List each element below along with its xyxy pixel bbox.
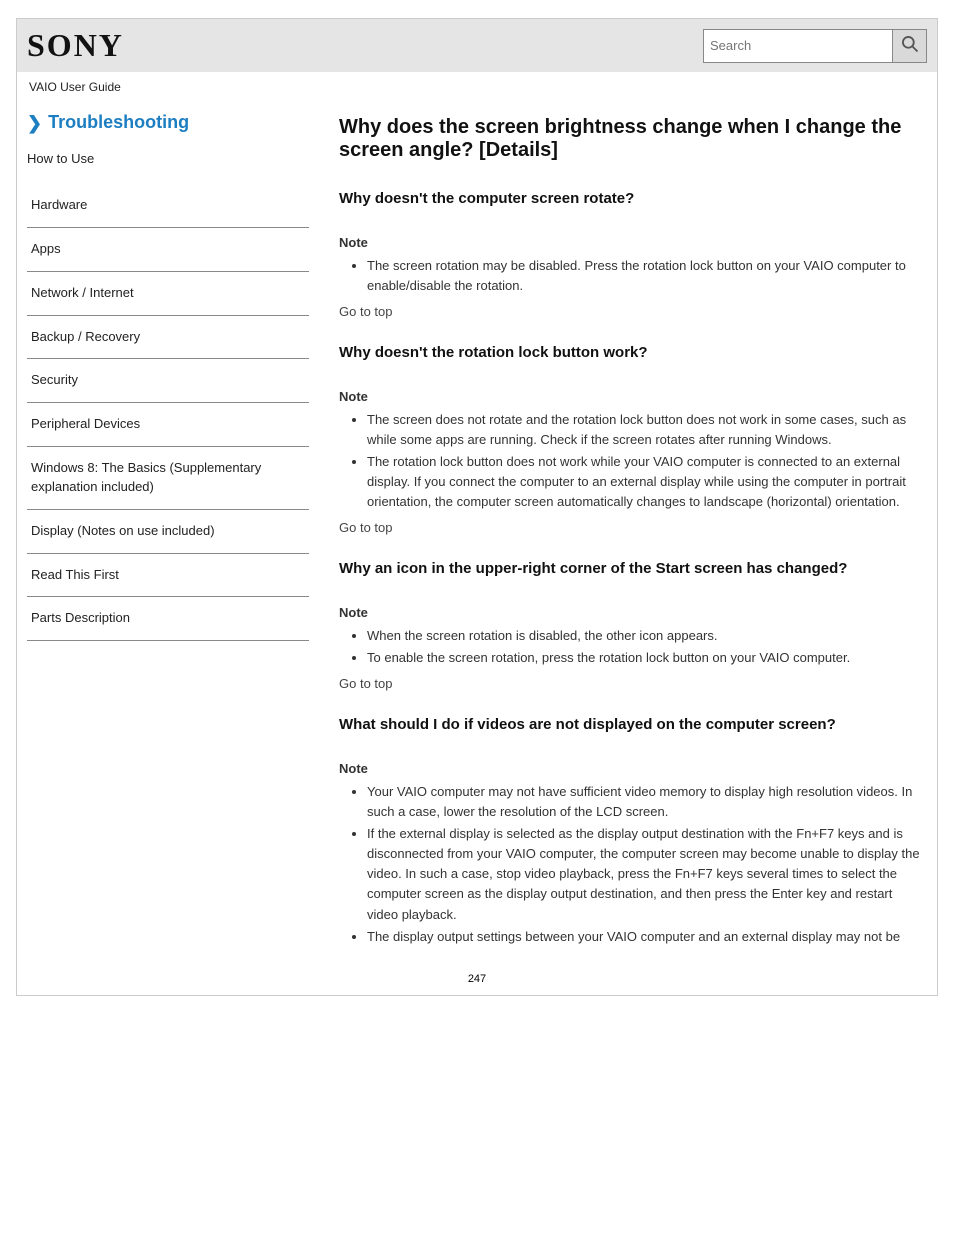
note-label: Note xyxy=(339,235,927,250)
note-item: When the screen rotation is disabled, th… xyxy=(367,626,927,646)
go-to-top-link[interactable]: Go to top xyxy=(339,302,927,322)
search-input[interactable] xyxy=(703,29,893,63)
header-bar: SONY xyxy=(17,19,937,72)
main-content: Why does the screen brightness change wh… xyxy=(309,112,927,949)
note-item: The screen rotation may be disabled. Pre… xyxy=(367,256,927,296)
note-list: Your VAIO computer may not have sufficie… xyxy=(339,782,927,947)
page-number: 247 xyxy=(17,973,937,985)
note-label: Note xyxy=(339,761,927,776)
how-to-use-link[interactable]: How to Use xyxy=(27,151,309,166)
sidebar-item-apps[interactable]: Apps xyxy=(27,228,309,272)
note-label: Note xyxy=(339,389,927,404)
note-label: Note xyxy=(339,605,927,620)
sidebar-item-windows8-basics[interactable]: Windows 8: The Basics (Supplementary exp… xyxy=(27,447,309,510)
product-line: VAIO User Guide xyxy=(17,72,937,112)
note-list: The screen does not rotate and the rotat… xyxy=(339,410,927,513)
faq-heading: Why an icon in the upper-right corner of… xyxy=(339,560,927,577)
search-wrap xyxy=(703,29,927,63)
sidebar-item-backup-recovery[interactable]: Backup / Recovery xyxy=(27,316,309,360)
section-title: ❯ Troubleshooting xyxy=(27,112,309,133)
sidebar-item-security[interactable]: Security xyxy=(27,359,309,403)
brand-logo: SONY xyxy=(27,27,124,64)
note-item: The rotation lock button does not work w… xyxy=(367,452,927,512)
page-title: Why does the screen brightness change wh… xyxy=(339,116,927,162)
faq-heading: What should I do if videos are not displ… xyxy=(339,716,927,733)
go-to-top-link[interactable]: Go to top xyxy=(339,518,927,538)
search-icon xyxy=(900,34,920,57)
note-item: Your VAIO computer may not have sufficie… xyxy=(367,782,927,822)
note-list: When the screen rotation is disabled, th… xyxy=(339,626,927,668)
sidebar-item-read-this-first[interactable]: Read This First xyxy=(27,554,309,598)
chevron-right-icon: ❯ xyxy=(27,114,42,132)
section-title-text: Troubleshooting xyxy=(48,112,189,133)
sidebar-item-display[interactable]: Display (Notes on use included) xyxy=(27,510,309,554)
note-item: The screen does not rotate and the rotat… xyxy=(367,410,927,450)
sidebar-item-peripheral-devices[interactable]: Peripheral Devices xyxy=(27,403,309,447)
go-to-top-link[interactable]: Go to top xyxy=(339,674,927,694)
note-item: To enable the screen rotation, press the… xyxy=(367,648,927,668)
note-list: The screen rotation may be disabled. Pre… xyxy=(339,256,927,296)
note-item: The display output settings between your… xyxy=(367,927,927,947)
sidebar-item-network-internet[interactable]: Network / Internet xyxy=(27,272,309,316)
sidebar-item-hardware[interactable]: Hardware xyxy=(27,184,309,228)
sidebar-item-parts-description[interactable]: Parts Description xyxy=(27,597,309,641)
note-item: If the external display is selected as t… xyxy=(367,824,927,925)
faq-heading: Why doesn't the rotation lock button wor… xyxy=(339,344,927,361)
sidebar: ❯ Troubleshooting How to Use Hardware Ap… xyxy=(27,112,309,949)
search-button[interactable] xyxy=(893,29,927,63)
faq-heading: Why doesn't the computer screen rotate? xyxy=(339,190,927,207)
